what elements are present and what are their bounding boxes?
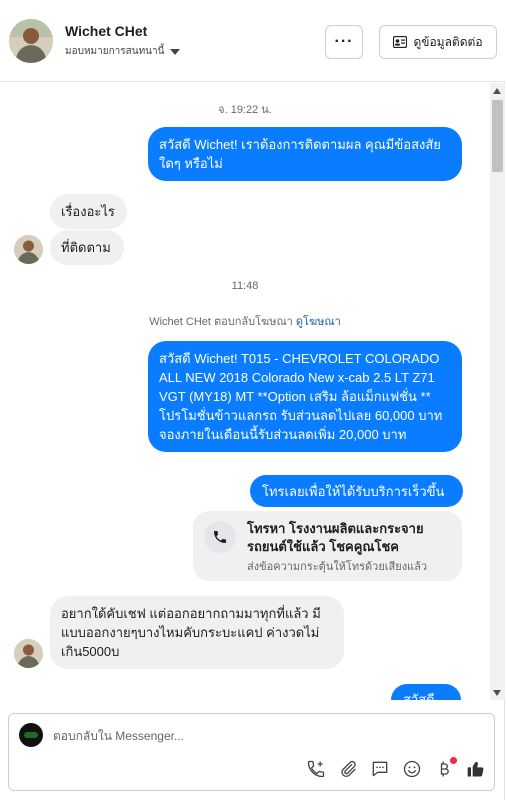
phone-icon	[204, 521, 236, 553]
notification-dot	[450, 757, 457, 764]
attachment-button[interactable]	[337, 758, 359, 780]
incoming-message: ที่ติดตาม	[50, 230, 124, 265]
incoming-message: อยากใด้คับเชฟ แต่ออกอยากถามมาทุกที่แล้ว …	[50, 596, 344, 669]
conversation-header: Wichet CHet มอบหมายการสนทนานี้ ··· ดูข้อ…	[0, 0, 505, 82]
outgoing-message: สวัสดี Wichet! เราต้องการติดตามผล คุณมีข…	[148, 127, 462, 181]
scrollbar[interactable]	[490, 83, 505, 700]
assign-conversation-dropdown[interactable]: มอบหมายการสนทนานี้	[65, 44, 181, 59]
saved-reply-button[interactable]	[369, 758, 391, 780]
page-avatar	[19, 723, 43, 747]
scroll-up-arrow-icon[interactable]	[493, 88, 501, 94]
contact-card-icon	[393, 36, 408, 48]
composer-toolbar	[305, 757, 487, 780]
outgoing-message: โทรเลยเพื่อให้ได้รับบริการเร็วขึ้น	[250, 475, 463, 507]
avatar	[14, 235, 43, 264]
payment-button[interactable]	[433, 757, 457, 780]
call-card-subtitle: ส่งข้อความกระตุ้นให้โทรด้วยเสียงแล้ว	[247, 561, 428, 573]
assign-label: มอบหมายการสนทนานี้	[65, 46, 165, 57]
reply-composer	[8, 713, 495, 791]
reply-input[interactable]	[53, 726, 473, 746]
add-call-button[interactable]	[305, 758, 327, 780]
timestamp: จ. 19:22 น.	[218, 104, 272, 116]
outgoing-message: สวัสดี Wichet! T015 - CHEVROLET COLORADO…	[148, 341, 462, 452]
caret-down-icon	[170, 48, 181, 55]
timestamp: 11:48	[231, 280, 259, 292]
ad-reply-text: Wichet CHet ตอบกลับโฆษณา	[149, 316, 293, 328]
scrollbar-thumb[interactable]	[492, 100, 503, 172]
scroll-down-arrow-icon[interactable]	[493, 690, 501, 696]
view-contact-label: ดูข้อมูลติดต่อ	[413, 34, 483, 49]
message-thread[interactable]: จ. 19:22 น. สวัสดี Wichet! เราต้องการติด…	[0, 83, 490, 700]
messenger-panel: Wichet CHet มอบหมายการสนทนานี้ ··· ดูข้อ…	[0, 0, 505, 800]
emoji-icon	[403, 760, 421, 778]
emoji-button[interactable]	[401, 758, 423, 780]
add-call-icon	[307, 760, 325, 778]
call-card-title: โทรหา โรงงานผลิตและกระจายรถยนต์ใช้แล้ว โ…	[247, 521, 424, 554]
view-contact-button[interactable]: ดูข้อมูลติดต่อ	[379, 25, 497, 59]
saved-reply-icon	[372, 761, 388, 777]
more-options-icon: ···	[334, 33, 354, 50]
avatar[interactable]	[9, 19, 53, 63]
contact-name[interactable]: Wichet CHet	[65, 23, 147, 39]
like-button[interactable]	[465, 758, 487, 780]
call-prompt-card[interactable]: โทรหา โรงงานผลิตและกระจายรถยนต์ใช้แล้ว โ…	[193, 511, 462, 581]
incoming-message: เรื่องอะไร	[50, 194, 127, 229]
avatar	[14, 639, 43, 668]
view-ad-link[interactable]: ดูโฆษณา	[296, 316, 341, 328]
ad-reply-notice: Wichet CHet ตอบกลับโฆษณา ดูโฆษณา	[0, 312, 490, 330]
outgoing-message: สวัสดีค่ะ	[391, 684, 461, 700]
like-icon	[467, 762, 484, 777]
attachment-icon	[341, 760, 356, 778]
more-options-button[interactable]: ···	[325, 25, 363, 59]
